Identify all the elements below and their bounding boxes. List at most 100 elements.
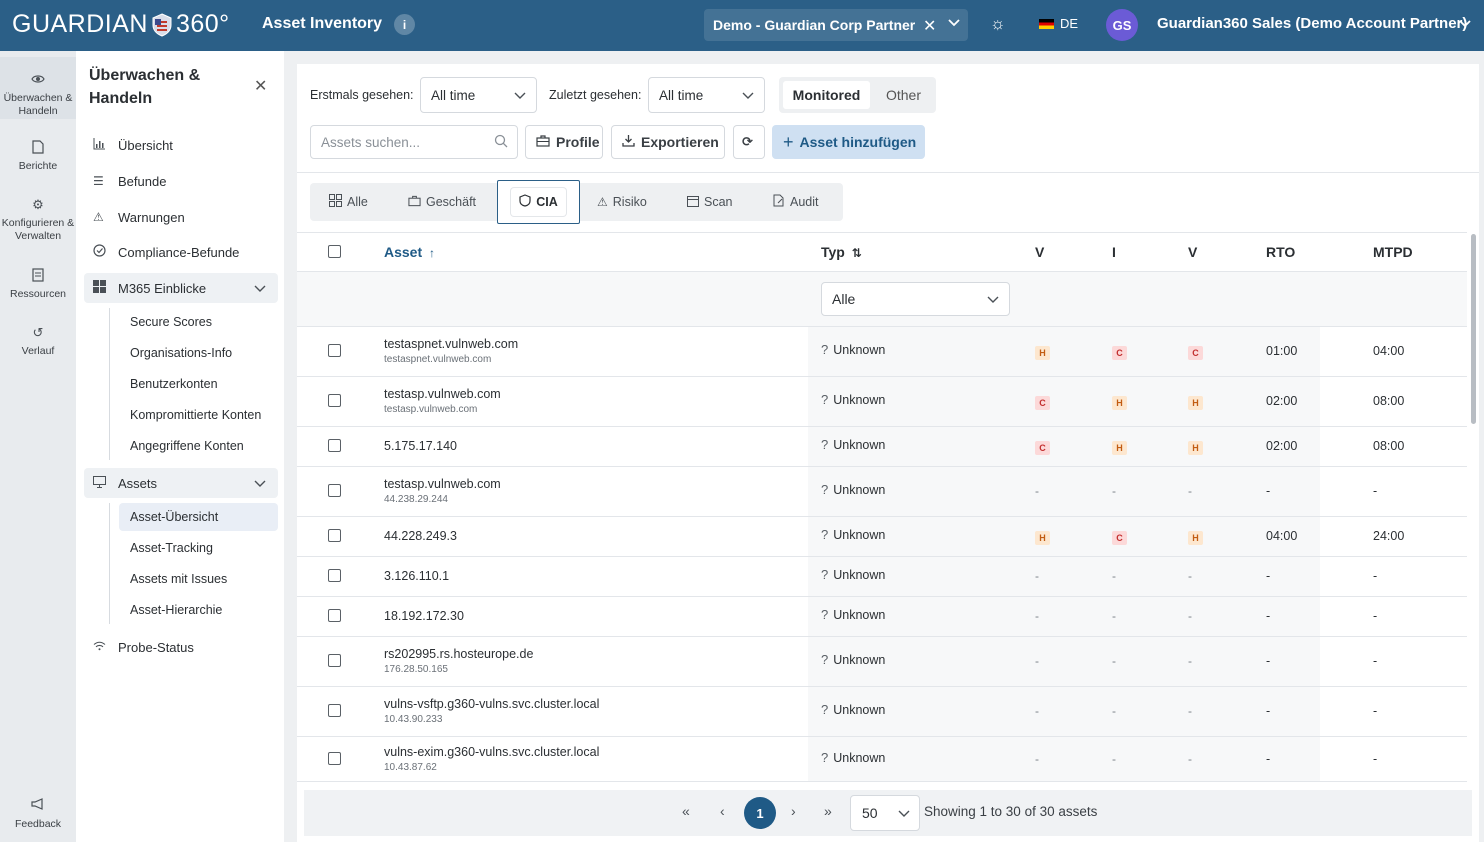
row-checkbox[interactable] — [328, 529, 341, 542]
first-page-button[interactable]: « — [682, 803, 690, 819]
sidebar-item-m365[interactable]: M365 Einblicke — [84, 273, 278, 303]
chevron-down-icon[interactable] — [254, 477, 266, 489]
sidebar-item-overview[interactable]: Übersicht — [84, 130, 278, 160]
column-rto[interactable]: RTO — [1266, 244, 1295, 260]
row-checkbox[interactable] — [328, 439, 341, 452]
rail-item-resources[interactable]: Ressourcen — [0, 267, 76, 301]
search-input[interactable]: Assets suchen... — [310, 125, 518, 159]
sidebar-subitem-attacked-accounts[interactable]: Angegriffene Konten — [119, 432, 278, 460]
table-row[interactable]: testasp.vulnweb.com 44.238.29.244? Unknown… — [297, 467, 1467, 517]
account-name[interactable]: Guardian360 Sales (Demo Account Partner) — [1157, 15, 1467, 32]
asset-name[interactable]: 18.192.172.30 — [384, 609, 464, 623]
tab-audit[interactable]: Audit — [773, 183, 819, 221]
sidebar-subitem-asset-tracking[interactable]: Asset-Tracking — [119, 534, 278, 562]
sidebar-subitem-compromised-accounts[interactable]: Kompromittierte Konten — [119, 401, 278, 429]
tab-risk[interactable]: ⚠ Risiko — [597, 183, 647, 221]
sidebar-item-probe-status[interactable]: Probe-Status — [84, 632, 278, 662]
avatar[interactable]: GS — [1106, 9, 1138, 41]
typ-filter-dropdown[interactable]: Alle — [821, 282, 1010, 316]
language-selector[interactable]: DE — [1039, 16, 1078, 31]
rail-item-reports[interactable]: Berichte — [0, 139, 76, 173]
table-row[interactable]: 18.192.172.30? Unknown - - - - - — [297, 597, 1467, 637]
table-row[interactable]: vulns-vsftp.g360-vulns.svc.cluster.local… — [297, 687, 1467, 737]
close-sidebar-icon[interactable]: ✕ — [254, 76, 267, 96]
segment-monitored[interactable]: Monitored — [783, 81, 870, 109]
chevron-down-icon[interactable] — [254, 282, 266, 294]
sidebar-subitem-org-info[interactable]: Organisations-Info — [119, 339, 278, 367]
row-checkbox[interactable] — [328, 609, 341, 622]
sidebar-item-findings[interactable]: ☰ Befunde — [84, 166, 278, 196]
column-typ[interactable]: Typ ⇅ — [821, 244, 862, 260]
info-icon[interactable]: i — [394, 14, 415, 35]
asset-name[interactable]: testaspnet.vulnweb.com — [384, 337, 518, 351]
table-row[interactable]: testaspnet.vulnweb.com testaspnet.vulnweb… — [297, 327, 1467, 377]
asset-name[interactable]: 5.175.17.140 — [384, 439, 457, 453]
chevron-down-icon — [514, 89, 526, 101]
asset-name[interactable]: vulns-exim.g360-vulns.svc.cluster.local — [384, 745, 599, 759]
prev-page-button[interactable]: ‹ — [720, 803, 725, 819]
column-mtpd[interactable]: MTPD — [1373, 244, 1413, 260]
last-page-button[interactable]: » — [824, 803, 832, 819]
row-checkbox[interactable] — [328, 569, 341, 582]
sidebar-subitem-secure-scores[interactable]: Secure Scores — [119, 308, 278, 336]
tab-all[interactable]: Alle — [329, 183, 368, 221]
theme-toggle-sun-icon[interactable]: ☼ — [990, 14, 1006, 34]
sidebar-item-alerts[interactable]: ⚠ Warnungen — [84, 202, 278, 232]
select-all-checkbox[interactable] — [328, 245, 341, 258]
chevron-down-icon[interactable] — [947, 15, 961, 29]
asset-name[interactable]: vulns-vsftp.g360-vulns.svc.cluster.local — [384, 697, 599, 711]
asset-name[interactable]: testasp.vulnweb.com — [384, 387, 501, 401]
table-row[interactable]: 5.175.17.140? Unknown C H H 02:00 08:00 — [297, 427, 1467, 467]
row-checkbox[interactable] — [328, 484, 341, 497]
sidebar-subitem-user-accounts[interactable]: Benutzerkonten — [119, 370, 278, 398]
profile-button[interactable]: Profile — [525, 125, 603, 159]
table-row[interactable]: vulns-exim.g360-vulns.svc.cluster.local 1… — [297, 737, 1467, 782]
rail-item-feedback[interactable]: Feedback — [0, 796, 76, 831]
column-asset[interactable]: Asset ↑ — [384, 244, 435, 260]
clear-tenant-icon[interactable]: ✕ — [923, 16, 936, 36]
account-chevron-down-icon[interactable] — [1458, 16, 1472, 35]
table-row[interactable]: 44.228.249.3? Unknown H C H 04:00 24:00 — [297, 517, 1467, 557]
row-checkbox[interactable] — [328, 344, 341, 357]
asset-name[interactable]: testasp.vulnweb.com — [384, 477, 501, 491]
segment-other[interactable]: Other — [875, 81, 932, 109]
rail-item-history[interactable]: ↺ Verlauf — [0, 325, 76, 358]
cia-empty-c: - — [1035, 751, 1039, 766]
sidebar-item-compliance[interactable]: Compliance-Befunde — [84, 237, 278, 267]
column-confidentiality[interactable]: V — [1035, 244, 1044, 260]
asset-name[interactable]: 44.228.249.3 — [384, 529, 457, 543]
sidebar-item-assets[interactable]: Assets — [84, 468, 278, 498]
row-checkbox[interactable] — [328, 394, 341, 407]
asset-name[interactable]: rs202995.rs.hosteurope.de — [384, 647, 533, 661]
table-row[interactable]: testasp.vulnweb.com testasp.vulnweb.com? U… — [297, 377, 1467, 427]
add-asset-button[interactable]: + Asset hinzufügen — [772, 125, 925, 159]
export-button[interactable]: Exportieren — [611, 125, 725, 159]
tenant-selector[interactable]: Demo - Guardian Corp Partner ✕ — [704, 9, 968, 41]
brand-logo[interactable]: GUARDIAN 360° — [12, 10, 230, 39]
page-size-dropdown[interactable]: 50 — [850, 795, 920, 831]
sidebar-subitem-asset-overview[interactable]: Asset-Übersicht — [119, 503, 278, 531]
next-page-button[interactable]: › — [791, 803, 796, 819]
tab-business[interactable]: Geschäft — [408, 183, 476, 221]
row-checkbox[interactable] — [328, 654, 341, 667]
table-row[interactable]: 3.126.110.1? Unknown - - - - - — [297, 557, 1467, 597]
asset-name[interactable]: 3.126.110.1 — [384, 569, 449, 583]
cia-badge-i: H — [1112, 441, 1127, 455]
row-checkbox[interactable] — [328, 704, 341, 717]
first-seen-dropdown[interactable]: All time — [420, 77, 537, 113]
sidebar-subitem-asset-hierarchy[interactable]: Asset-Hierarchie — [119, 596, 278, 624]
column-integrity[interactable]: I — [1112, 244, 1116, 260]
last-seen-dropdown[interactable]: All time — [648, 77, 765, 113]
refresh-button[interactable]: ⟳ — [733, 125, 765, 159]
current-page-button[interactable]: 1 — [744, 797, 776, 829]
row-checkbox[interactable] — [328, 751, 341, 765]
tab-cia[interactable]: CIA — [497, 180, 580, 224]
rail-item-monitor[interactable]: Überwachen & Handeln — [0, 57, 76, 119]
rail-item-configure[interactable]: ⚙ Konfigurieren & Verwalten — [0, 197, 76, 243]
column-availability[interactable]: V — [1188, 244, 1197, 260]
scrollbar[interactable] — [1471, 234, 1476, 424]
tab-scan[interactable]: Scan — [687, 183, 733, 221]
sidebar: Überwachen & Handeln ✕ Übersicht ☰ Befun… — [76, 51, 284, 842]
sidebar-subitem-assets-with-issues[interactable]: Assets mit Issues — [119, 565, 278, 593]
table-row[interactable]: rs202995.rs.hosteurope.de 176.28.50.165? U… — [297, 637, 1467, 687]
